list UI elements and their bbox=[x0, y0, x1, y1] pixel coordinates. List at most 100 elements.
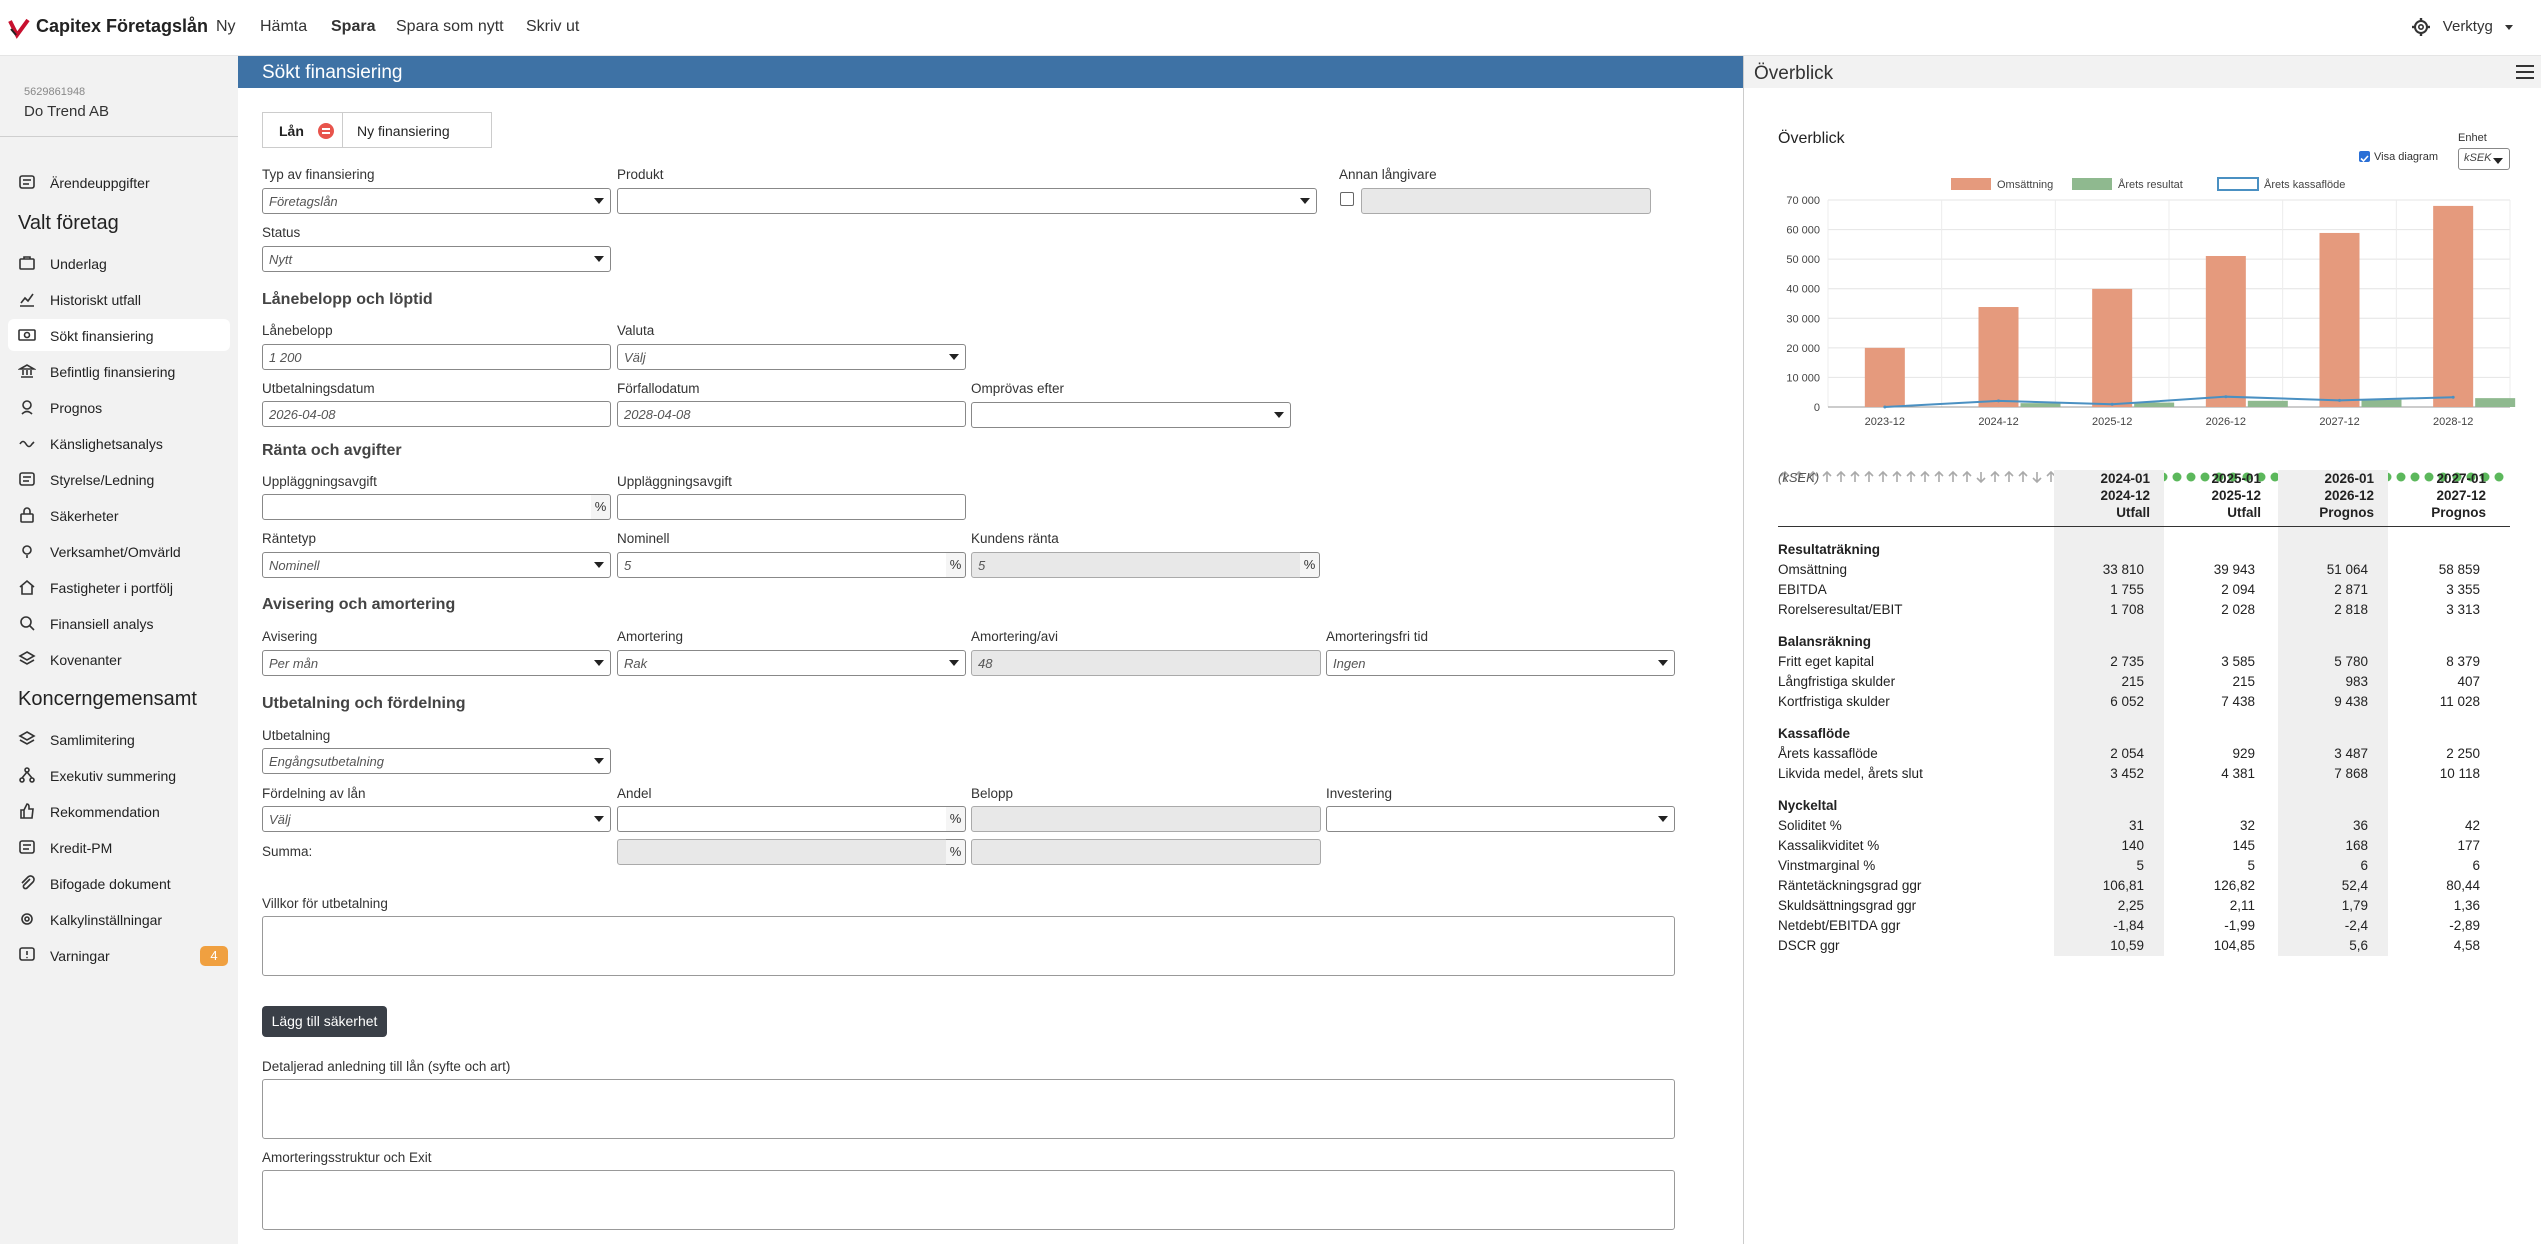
point-arets-kassaflode bbox=[2451, 395, 2455, 399]
company-name: Do Trend AB bbox=[24, 103, 110, 120]
section-title: Nyckeltal bbox=[1778, 798, 1838, 813]
warnings-count-badge: 4 bbox=[200, 946, 228, 966]
alert-icon bbox=[18, 946, 36, 964]
nav-ny[interactable]: Ny bbox=[216, 18, 236, 36]
network-icon bbox=[18, 766, 36, 784]
annan-langivare-checkbox[interactable] bbox=[1340, 192, 1354, 206]
visa-diagram-checkbox[interactable] bbox=[2359, 151, 2370, 163]
detaljerad-anledning-textarea[interactable] bbox=[262, 1079, 1675, 1139]
typ-finansiering-select[interactable]: Företagslån bbox=[262, 188, 611, 214]
section-title: Resultaträkning bbox=[1778, 542, 1881, 557]
enhet-select[interactable]: kSEK bbox=[2458, 148, 2510, 170]
sidebar-item-exekutiv-summering[interactable]: Exekutiv summering bbox=[8, 759, 230, 791]
row-label: Långfristiga skulder bbox=[1778, 674, 1896, 689]
arrow-up-icon bbox=[2016, 470, 2030, 488]
sidebar-section-valt-foretag: Valt företag bbox=[18, 212, 119, 234]
main-form: Lån Ny finansiering Typ av finansiering … bbox=[238, 88, 1743, 1244]
sidebar-item-befintlig-finansiering[interactable]: Befintlig finansiering bbox=[8, 355, 230, 387]
sidebar-item-bifogade-dokument[interactable]: Bifogade dokument bbox=[8, 867, 230, 899]
row-label: Rorelseresultat/EBIT bbox=[1778, 602, 1903, 617]
belopp-input[interactable] bbox=[971, 806, 1321, 832]
nav-skriv-ut[interactable]: Skriv ut bbox=[526, 18, 579, 36]
sidebar-item-varningar[interactable]: Varningar 4 bbox=[8, 939, 230, 971]
tab-lan[interactable]: Lån bbox=[262, 112, 342, 148]
utbetalningsdatum-input[interactable]: 2026-04-08 bbox=[262, 401, 611, 427]
sidebar-item-prognos[interactable]: Prognos bbox=[8, 391, 230, 423]
sidebar-item-kanslighetsanalys[interactable]: Känslighetsanalys bbox=[8, 427, 230, 459]
produkt-select[interactable] bbox=[617, 188, 1317, 214]
hamburger-menu-icon[interactable] bbox=[2515, 64, 2535, 80]
sidebar-item-historiskt-utfall[interactable]: Historiskt utfall bbox=[8, 283, 230, 315]
tab-ny-finansiering-label: Ny finansiering bbox=[357, 123, 450, 139]
sidebar-item-verksamhet-omvarld[interactable]: Verksamhet/Omvärld bbox=[8, 535, 230, 567]
fordelning-select[interactable]: Välj bbox=[262, 806, 611, 832]
investering-select[interactable] bbox=[1326, 806, 1675, 832]
amortering-avi-input[interactable]: 48 bbox=[971, 650, 1321, 676]
upplaggningsavgift-pct-input[interactable] bbox=[262, 494, 592, 520]
legend-swatch bbox=[2072, 178, 2112, 190]
sidebar-item-kredit-pm[interactable]: Kredit-PM bbox=[8, 831, 230, 863]
bar-omsattning bbox=[2205, 255, 2246, 407]
andel-input[interactable] bbox=[617, 806, 947, 832]
section-lanebelopp: Lånebelopp och löptid bbox=[262, 291, 433, 308]
status-select[interactable]: Nytt bbox=[262, 246, 611, 272]
rantetyp-select[interactable]: Nominell bbox=[262, 552, 611, 578]
remove-loan-icon[interactable] bbox=[318, 123, 334, 139]
sidebar-item-styrelse-ledning[interactable]: Styrelse/Ledning bbox=[8, 463, 230, 495]
bar-omsattning bbox=[2319, 232, 2360, 407]
sidebar-item-label: Underlag bbox=[50, 256, 107, 272]
cell-value: 4,58 bbox=[2453, 938, 2480, 953]
tools-menu-button[interactable]: Verktyg bbox=[2411, 17, 2513, 37]
nav-hamta[interactable]: Hämta bbox=[260, 18, 307, 36]
amortering-select[interactable]: Rak bbox=[617, 650, 966, 676]
kundens-ranta-input[interactable]: 5 bbox=[971, 552, 1301, 578]
thumbs-up-icon bbox=[18, 802, 36, 820]
amorteringsstruktur-textarea[interactable] bbox=[262, 1170, 1675, 1230]
row-label: Likvida medel, årets slut bbox=[1778, 766, 1923, 781]
cell-value: 2 871 bbox=[2334, 582, 2368, 597]
villkor-textarea[interactable] bbox=[262, 916, 1675, 976]
utbetalning-select[interactable]: Engångsutbetalning bbox=[262, 748, 611, 774]
document-icon bbox=[18, 470, 36, 488]
sidebar-item-rekommendation[interactable]: Rekommendation bbox=[8, 795, 230, 827]
amorteringsfri-tid-select[interactable]: Ingen bbox=[1326, 650, 1675, 676]
omprovas-select[interactable] bbox=[971, 402, 1291, 428]
cell-value: 2 735 bbox=[2110, 654, 2144, 669]
avisering-select[interactable]: Per mån bbox=[262, 650, 611, 676]
sidebar-item-sokt-finansiering[interactable]: Sökt finansiering bbox=[8, 319, 230, 351]
nav-spara-som-nytt[interactable]: Spara som nytt bbox=[396, 18, 504, 36]
label-avisering: Avisering bbox=[262, 629, 318, 644]
document-icon bbox=[18, 173, 36, 191]
upplaggningsavgift-input[interactable] bbox=[617, 494, 966, 520]
nav-spara[interactable]: Spara bbox=[331, 18, 375, 36]
sidebar-item-finansiell-analys[interactable]: Finansiell analys bbox=[8, 607, 230, 639]
lanebelopp-input[interactable]: 1 200 bbox=[262, 344, 611, 370]
tab-ny-finansiering[interactable]: Ny finansiering bbox=[342, 112, 492, 148]
label-lanebelopp: Lånebelopp bbox=[262, 323, 333, 338]
overview-header: Överblick bbox=[1744, 56, 2541, 88]
sidebar-item-sakerheter[interactable]: Säkerheter bbox=[8, 499, 230, 531]
arrow-up-icon bbox=[1834, 470, 1848, 488]
cell-value: 11 028 bbox=[2439, 694, 2480, 709]
sidebar-item-samlimitering[interactable]: Samlimitering bbox=[8, 723, 230, 755]
nominell-input[interactable]: 5 bbox=[617, 552, 947, 578]
cell-value: 5 bbox=[2247, 858, 2255, 873]
y-tick-label: 10 000 bbox=[1786, 372, 1820, 384]
cell-value: 6 bbox=[2472, 858, 2480, 873]
tab-lan-label: Lån bbox=[279, 123, 304, 139]
cell-value: 140 bbox=[2121, 838, 2144, 853]
sidebar-item-arendeuppgifter[interactable]: Ärendeuppgifter bbox=[8, 166, 230, 198]
y-tick-label: 40 000 bbox=[1786, 284, 1820, 296]
annan-langivare-input[interactable] bbox=[1361, 188, 1651, 214]
sidebar-item-kovenanter[interactable]: Kovenanter bbox=[8, 643, 230, 675]
add-security-button[interactable]: Lägg till säkerhet bbox=[262, 1006, 387, 1037]
bar-arets-resultat bbox=[2361, 399, 2402, 407]
sidebar-item-underlag[interactable]: Underlag bbox=[8, 247, 230, 279]
sidebar-item-kalkylinstallningar[interactable]: Kalkylinställningar bbox=[8, 903, 230, 935]
label-nominell: Nominell bbox=[617, 531, 670, 546]
cell-value: 1,79 bbox=[2341, 898, 2368, 913]
forfallodatum-input[interactable]: 2028-04-08 bbox=[617, 401, 966, 427]
valuta-select[interactable]: Välj bbox=[617, 344, 966, 370]
sidebar-divider bbox=[0, 136, 238, 137]
sidebar-item-fastigheter-i-portfolj[interactable]: Fastigheter i portfölj bbox=[8, 571, 230, 603]
